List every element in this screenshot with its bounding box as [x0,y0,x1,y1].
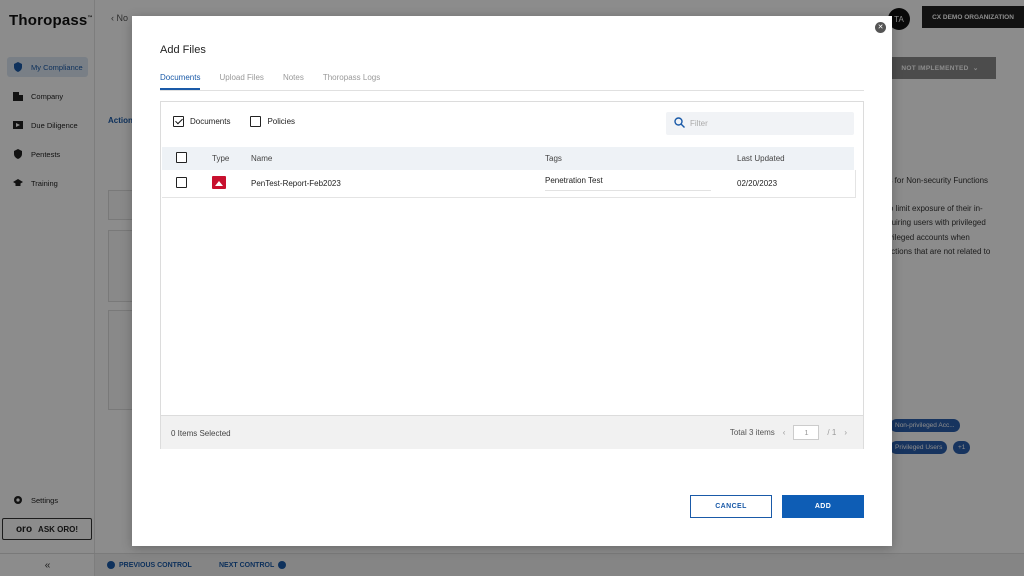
source-filters: Documents Policies [173,116,315,127]
page-input[interactable] [793,425,820,440]
documents-panel: Documents Policies Type Name Tags Last U… [160,101,864,449]
search-icon [674,115,685,133]
tab-documents[interactable]: Documents [160,73,201,90]
documents-checkbox[interactable] [173,116,184,127]
column-header-tags[interactable]: Tags [545,154,737,163]
add-button[interactable]: ADD [782,495,864,518]
tab-thoropass-logs[interactable]: Thoropass Logs [323,73,380,90]
documents-checkbox-label: Documents [190,117,231,126]
file-name: PenTest-Report-Feb2023 [251,179,341,188]
tabs-divider [160,90,864,91]
add-files-modal: ✕ Add Files Documents Upload Files Notes… [132,16,892,546]
policies-checkbox-label: Policies [267,117,296,126]
image-file-icon [212,176,226,189]
selected-count: 0 Items Selected [171,429,231,438]
modal-title: Add Files [160,44,206,56]
last-updated-date: 02/20/2023 [737,179,778,188]
close-icon[interactable]: ✕ [875,22,886,33]
total-items: Total 3 items [729,428,775,437]
policies-checkbox[interactable] [250,116,262,127]
table-footer: 0 Items Selected Total 3 items ‹ / 1 › [161,415,863,449]
page-total: / 1 [827,428,837,437]
modal-tabs: Documents Upload Files Notes Thoropass L… [160,73,399,90]
tags-input[interactable] [545,171,711,191]
chevron-right-icon[interactable]: › [844,428,847,437]
column-header-type[interactable]: Type [202,154,251,163]
table-header: Type Name Tags Last Updated [162,147,854,170]
table-row[interactable]: PenTest-Report-Feb2023 02/20/2023 [162,170,856,198]
select-all-checkbox[interactable] [176,152,187,163]
filter-search [666,112,854,135]
row-checkbox[interactable] [176,177,187,188]
tab-upload-files[interactable]: Upload Files [219,73,263,90]
column-header-name[interactable]: Name [251,154,545,163]
pagination: Total 3 items ‹ / 1 › [730,425,847,440]
tab-notes[interactable]: Notes [283,73,304,90]
filter-input[interactable] [690,119,840,128]
chevron-left-icon[interactable]: ‹ [783,428,786,437]
column-header-last-updated[interactable]: Last Updated [737,154,854,163]
cancel-button[interactable]: CANCEL [690,495,772,518]
